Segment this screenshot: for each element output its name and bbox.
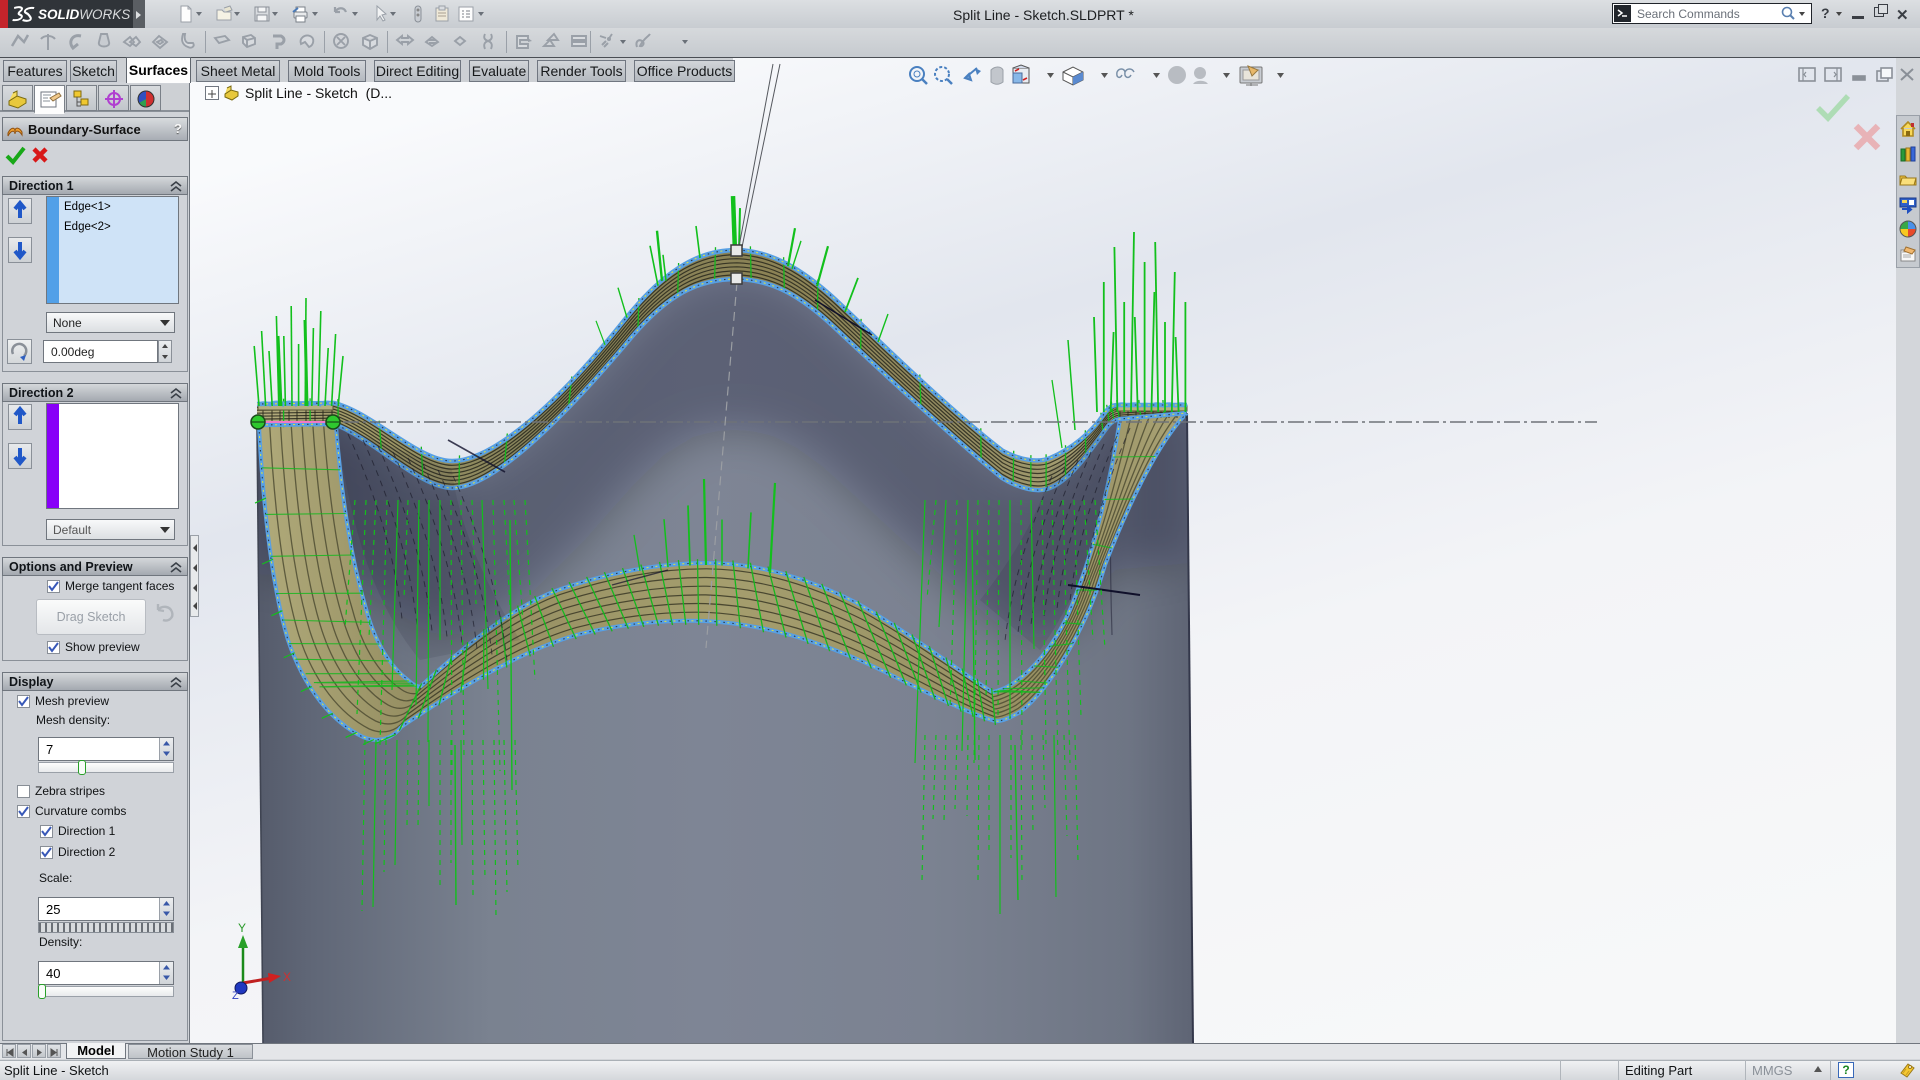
svg-text:X: X bbox=[283, 970, 291, 984]
svg-text:Y: Y bbox=[238, 921, 246, 935]
svg-text:Z: Z bbox=[232, 990, 239, 1002]
